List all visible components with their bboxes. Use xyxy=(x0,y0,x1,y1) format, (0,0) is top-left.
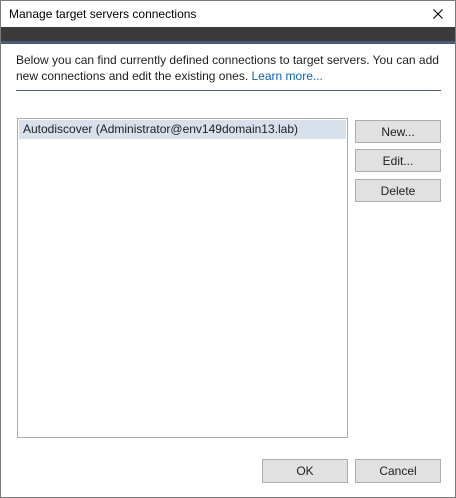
close-icon xyxy=(433,9,443,19)
list-item-autodiscover[interactable]: Autodiscover (Administrator@env149domain… xyxy=(19,120,346,139)
connections-list[interactable]: Autodiscover (Administrator@env149domain… xyxy=(17,118,348,438)
edit-button[interactable]: Edit... xyxy=(355,149,441,172)
description-separator xyxy=(16,90,441,91)
cancel-button[interactable]: Cancel xyxy=(355,459,441,483)
title-bar[interactable]: Manage target servers connections xyxy=(1,1,455,27)
close-button[interactable] xyxy=(421,1,455,27)
description-text: Below you can find currently defined con… xyxy=(16,52,442,84)
ok-button[interactable]: OK xyxy=(262,459,348,483)
delete-button[interactable]: Delete xyxy=(355,179,441,202)
window-title: Manage target servers connections xyxy=(9,7,197,21)
description-body: Below you can find currently defined con… xyxy=(16,53,439,83)
dialog-window: Manage target servers connections Below … xyxy=(0,0,456,498)
learn-more-link[interactable]: Learn more... xyxy=(252,69,323,83)
header-band xyxy=(1,27,455,41)
header-accent-line xyxy=(1,41,455,44)
new-button[interactable]: New... xyxy=(355,120,441,143)
